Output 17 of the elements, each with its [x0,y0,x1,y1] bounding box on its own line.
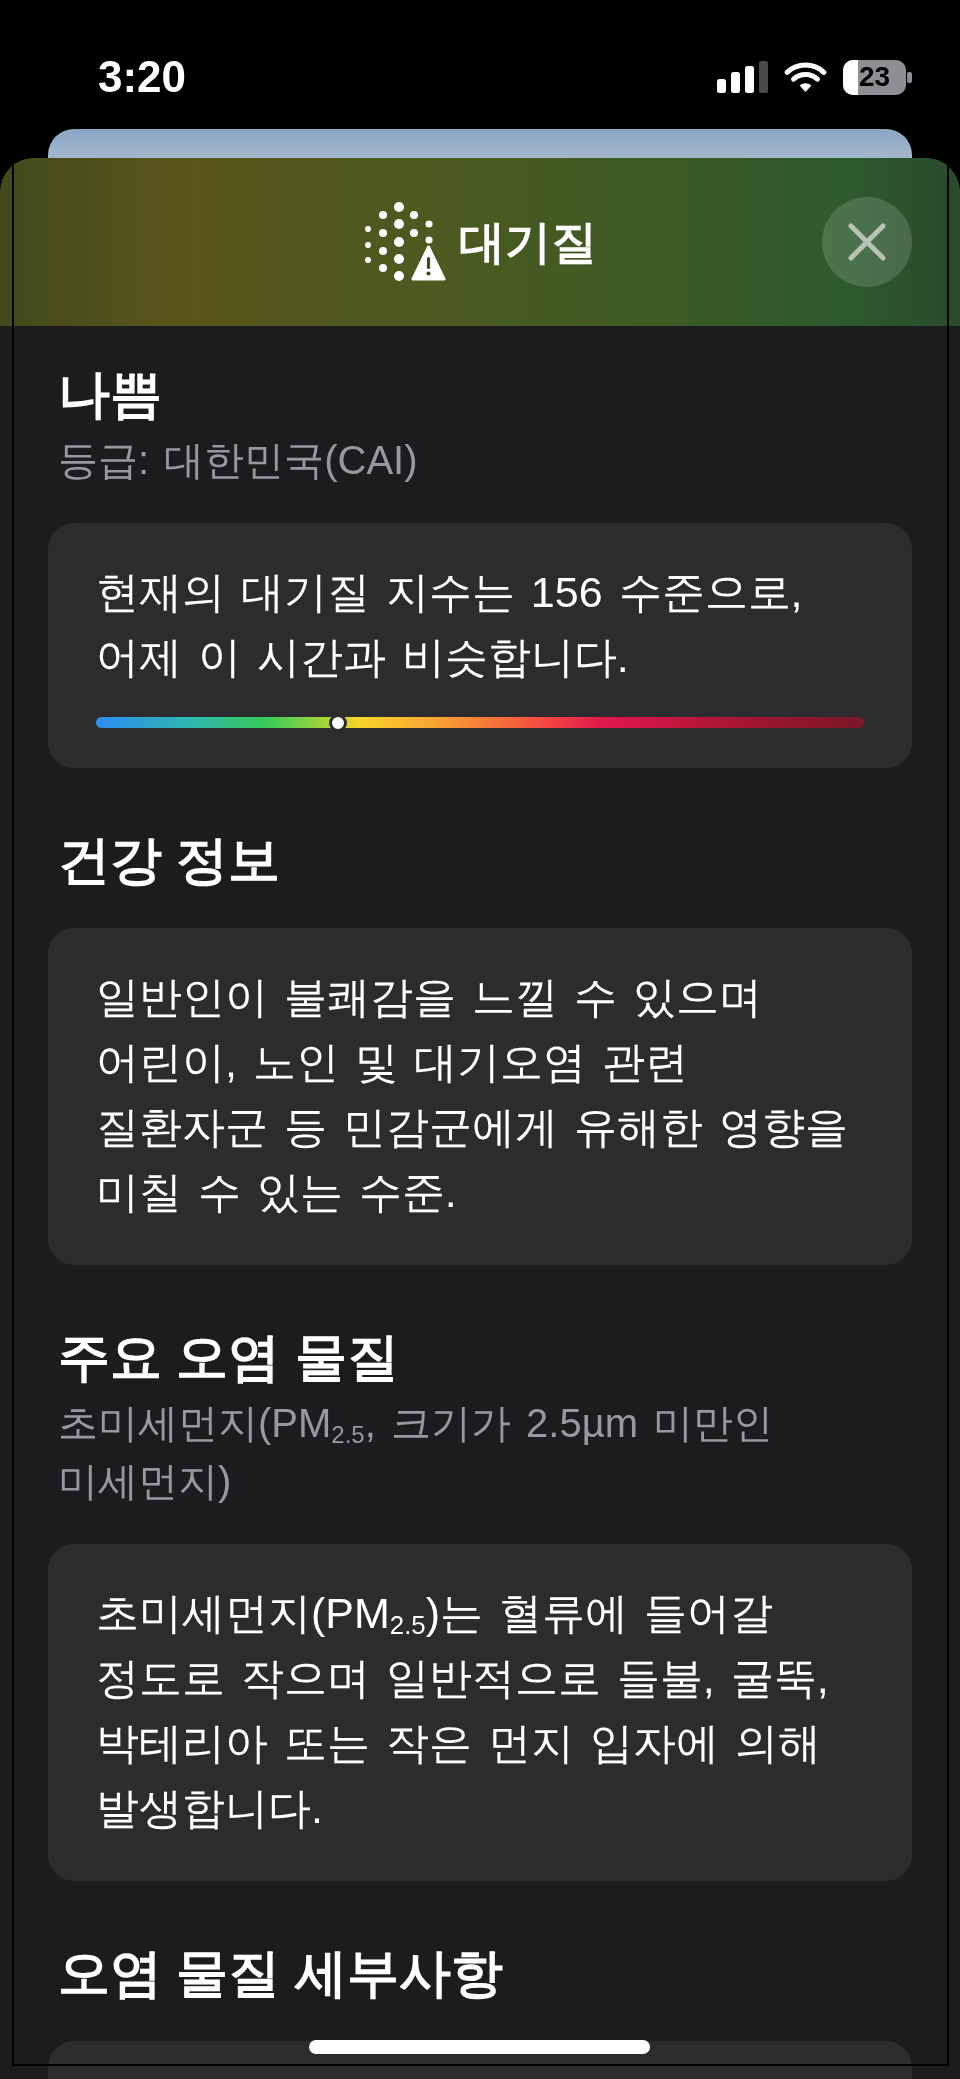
dots-warning-icon [363,202,446,282]
section-heading: 나쁨 [57,364,163,424]
card-text: 현재의 대기질 지수는 156 수준으로, 어제 이 시간과 비슷합니다. [96,567,804,683]
signal-icon [717,61,768,93]
card-text: 초미세먼지(PM$_{2.5}$)는 혈류에 들어갈 정도로 작으며 일반적으로 들불, 굴뚝, 박테리아 또는 작은 먼지 입자에 의해 발생합니다. [96,1588,830,1834]
status-time: 3:20 [98,52,187,102]
battery-percentage: 23 [858,63,891,91]
sheet-title: 대기질 [458,215,597,270]
section-subtitle: 등급: 대한민국(CAI) [57,437,419,484]
section-heading: 오염 물질 세부사항 [57,1943,504,2003]
card-text: 일반인이 불쾌감을 느낄 수 있으며 어린이, 노인 및 대기오염 관련 질환자군 등 민감군에게 유해한 영향을 미칠 수 있는 수준. [96,972,849,1218]
wifi-icon [784,61,827,93]
close-icon [848,223,886,261]
section-subtitle: 초미세먼지(PM$_{2.5}$, 크기가 2.5µm 미만인 미세먼지) [57,1400,775,1505]
section-heading: 건강 정보 [57,830,282,890]
battery-icon [843,59,912,95]
section-heading: 주요 오염 물질 [57,1327,400,1387]
